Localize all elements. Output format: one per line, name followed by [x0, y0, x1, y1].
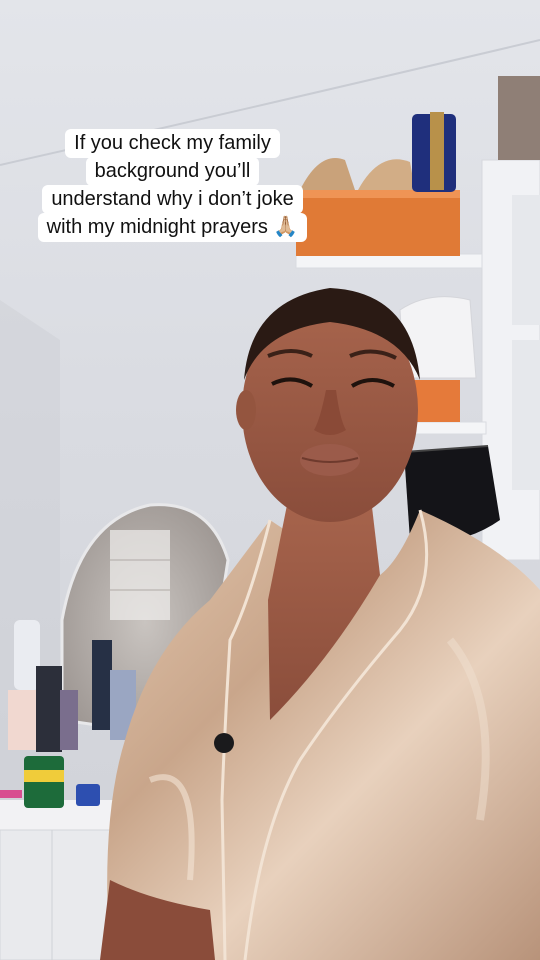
ear	[236, 390, 256, 430]
white-handbag	[399, 296, 477, 379]
cosmetic-bottle	[8, 690, 38, 750]
gold-clutch	[430, 112, 444, 190]
video-frame: If you check my family background you’ll…	[0, 0, 540, 960]
video-caption: If you check my family background you’ll…	[0, 129, 345, 242]
cosmetic-bottle	[60, 690, 78, 750]
shoe	[358, 159, 415, 190]
shelf-panel	[512, 195, 540, 325]
cosmetic-bottle	[92, 640, 112, 730]
caption-line-2: background you’ll	[85, 157, 260, 186]
picture-frame	[498, 76, 540, 160]
small-orange-box	[414, 380, 460, 422]
caption-line-1: If you check my family	[65, 129, 280, 158]
caption-line-3: understand why i don’t joke	[42, 185, 303, 214]
small-jar	[76, 784, 100, 806]
pajama-button	[214, 733, 234, 753]
wall-shelf	[409, 421, 487, 435]
caption-line-4: with my midnight prayers 🙏🏼	[37, 213, 308, 242]
wall-shelf	[295, 253, 483, 269]
shelf-panel	[512, 340, 540, 490]
cosmetic-bottle	[36, 666, 62, 752]
